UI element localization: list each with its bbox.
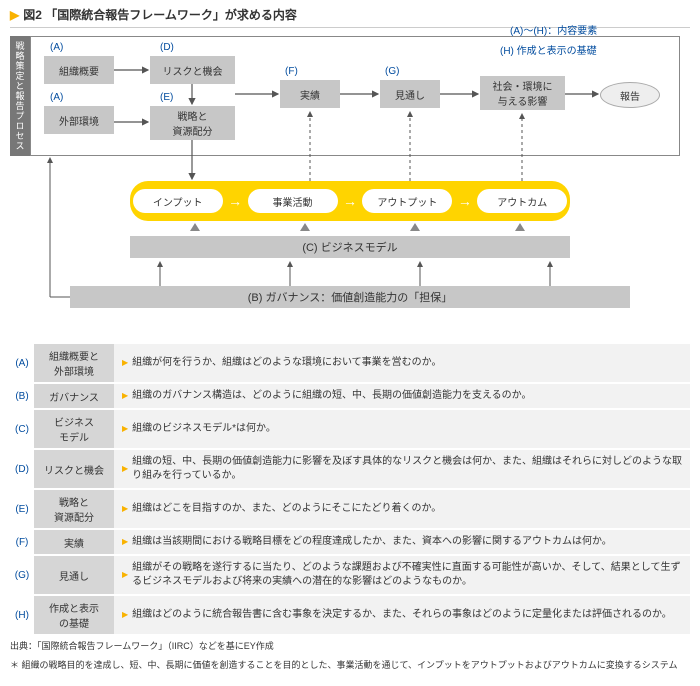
arrow-icon: → bbox=[228, 193, 242, 209]
row-key: (D) bbox=[10, 450, 34, 488]
value-chain-band: インプット → 事業活動 → アウトプット → アウトカム bbox=[130, 181, 570, 221]
box-strategy-alloc: 戦略と 資源配分 bbox=[150, 106, 235, 140]
row-label: ガバナンス bbox=[34, 384, 114, 408]
row-desc: 組織の短、中、長期の価値創造能力に影響を及ぼす具体的なリスクと機会は何か、また、… bbox=[114, 450, 690, 488]
label-d: (D) bbox=[160, 42, 174, 53]
diagram-area: 戦略策定と報告プロセス (A) (A) (D) (E) (F) (G) (H) … bbox=[10, 36, 690, 336]
legend-elements: (A)～(H)：内容要素 bbox=[510, 22, 597, 37]
arrow-icon: → bbox=[343, 193, 357, 209]
label-a1: (A) bbox=[50, 42, 63, 53]
desc-row: (D)リスクと機会組織の短、中、長期の価値創造能力に影響を及ぼす具体的なリスクと… bbox=[10, 450, 690, 488]
box-outlook: 見通し bbox=[380, 80, 440, 108]
triangle-icon: ▶ bbox=[10, 8, 19, 22]
row-key: (H) bbox=[10, 596, 34, 634]
cap-activity: 事業活動 bbox=[248, 189, 338, 213]
label-e: (E) bbox=[160, 92, 173, 103]
row-key: (F) bbox=[10, 530, 34, 554]
box-risk-opp: リスクと機会 bbox=[150, 56, 235, 84]
box-soc-env: 社会・環境に 与える影響 bbox=[480, 76, 565, 110]
source-line: 出典：「国際統合報告フレームワーク」（IIRC）などを基にEY作成 bbox=[10, 640, 690, 653]
row-desc: 組織のビジネスモデル*は何か。 bbox=[114, 410, 690, 448]
row-key: (A) bbox=[10, 344, 34, 382]
row-label: リスクと機会 bbox=[34, 450, 114, 488]
row-label: 作成と表示 の基礎 bbox=[34, 596, 114, 634]
figure-title-text: 図2 「国際統合報告フレームワーク」が求める内容 bbox=[23, 6, 297, 23]
description-rows: (A)組織概要と 外部環境組織が何を行うか、組織はどのような環境において事業を営… bbox=[10, 344, 690, 634]
label-h: (H) 作成と表示の基礎 bbox=[500, 42, 597, 57]
row-label: ビジネス モデル bbox=[34, 410, 114, 448]
row-key: (G) bbox=[10, 556, 34, 594]
side-label: 戦略策定と報告プロセス bbox=[10, 36, 30, 156]
row-key: (E) bbox=[10, 490, 34, 528]
row-label: 見通し bbox=[34, 556, 114, 594]
label-f: (F) bbox=[285, 66, 298, 77]
row-label: 組織概要と 外部環境 bbox=[34, 344, 114, 382]
row-desc: 組織のガバナンス構造は、どのように組織の短、中、長期の価値創造能力を支えるのか。 bbox=[114, 384, 690, 408]
row-label: 実績 bbox=[34, 530, 114, 554]
desc-row: (F)実績組織は当該期間における戦略目標をどの程度達成したか、また、資本への影響… bbox=[10, 530, 690, 554]
desc-row: (A)組織概要と 外部環境組織が何を行うか、組織はどのような環境において事業を営… bbox=[10, 344, 690, 382]
row-desc: 組織はどのように統合報告書に含む事象を決定するか、また、それらの事象はどのように… bbox=[114, 596, 690, 634]
desc-row: (B)ガバナンス組織のガバナンス構造は、どのように組織の短、中、長期の価値創造能… bbox=[10, 384, 690, 408]
desc-row: (H)作成と表示 の基礎組織はどのように統合報告書に含む事象を決定するか、また、… bbox=[10, 596, 690, 634]
row-desc: 組織は当該期間における戦略目標をどの程度達成したか、また、資本への影響に関するア… bbox=[114, 530, 690, 554]
desc-row: (C)ビジネス モデル組織のビジネスモデル*は何か。 bbox=[10, 410, 690, 448]
arrow-icon: → bbox=[458, 193, 472, 209]
row-label: 戦略と 資源配分 bbox=[34, 490, 114, 528]
cap-output: アウトプット bbox=[362, 189, 452, 213]
desc-row: (G)見通し組織がその戦略を遂行するに当たり、どのような課題および不確実性に直面… bbox=[10, 556, 690, 594]
row-key: (C) bbox=[10, 410, 34, 448]
bar-governance: (B) ガバナンス：価値創造能力の「担保」 bbox=[70, 286, 630, 308]
bar-business-model: (C) ビジネスモデル bbox=[130, 236, 570, 258]
row-desc: 組織はどこを目指すのか、また、どのようにそこにたどり着くのか。 bbox=[114, 490, 690, 528]
ellipse-report: 報告 bbox=[600, 82, 660, 108]
label-g: (G) bbox=[385, 66, 399, 77]
row-key: (B) bbox=[10, 384, 34, 408]
row-desc: 組織が何を行うか、組織はどのような環境において事業を営むのか。 bbox=[114, 344, 690, 382]
cap-outcome: アウトカム bbox=[477, 189, 567, 213]
row-desc: 組織がその戦略を遂行するに当たり、どのような課題および不確実性に直面する可能性が… bbox=[114, 556, 690, 594]
label-a2: (A) bbox=[50, 92, 63, 103]
cap-input: インプット bbox=[133, 189, 223, 213]
footnote: ＊ 組織の戦略目的を達成し、短、中、長期に価値を創造することを目的とした、事業活… bbox=[10, 659, 690, 672]
box-org-overview: 組織概要 bbox=[44, 56, 114, 84]
box-ext-env: 外部環境 bbox=[44, 106, 114, 134]
box-performance: 実績 bbox=[280, 80, 340, 108]
desc-row: (E)戦略と 資源配分組織はどこを目指すのか、また、どのようにそこにたどり着くの… bbox=[10, 490, 690, 528]
